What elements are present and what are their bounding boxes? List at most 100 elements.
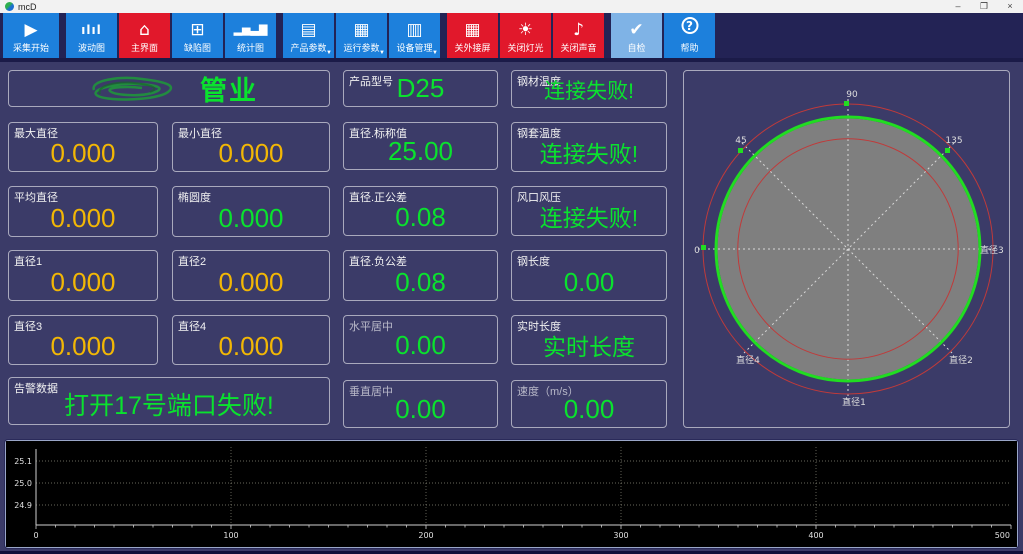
- metric-value: 实时长度: [512, 328, 666, 362]
- metric-value: 0.08: [344, 267, 497, 298]
- metric-air-pressure: 风口风压连接失败!: [511, 186, 667, 236]
- stats-chart-button[interactable]: ▂▅▃▇统计图: [225, 13, 276, 58]
- metric-value: 25.00: [344, 136, 497, 167]
- metric-value: 0.000: [173, 138, 329, 169]
- metric-value: 0.000: [9, 138, 157, 169]
- help-icon: ?: [681, 17, 698, 34]
- help-button[interactable]: ? 帮助: [664, 13, 715, 58]
- close-sound-button[interactable]: ♪关闭声音: [553, 13, 604, 58]
- metric-value: 连接失败!: [512, 75, 666, 105]
- metric-value: 打开17号端口失败!: [9, 386, 329, 422]
- dropdown-arrow-icon: ▼: [432, 50, 438, 56]
- metric-max-diameter: 最大直径0.000: [8, 122, 158, 172]
- metric-diameter-1: 直径10.000: [8, 250, 158, 301]
- trend-chart: 24.9 25.0 25.1 0 100 200 300 400 500: [6, 441, 1017, 547]
- defect-grid-icon: ⊞: [172, 17, 223, 43]
- metric-value: 连接失败!: [512, 199, 666, 233]
- close-ext-screen-button[interactable]: ▦关外接屏: [447, 13, 498, 58]
- logo-scribble: [80, 74, 200, 104]
- start-collection-button[interactable]: ▶采集开始: [3, 13, 59, 58]
- metric-value: 0.00: [344, 394, 497, 425]
- metric-steel-length: 钢长度0.00: [511, 250, 667, 301]
- toolbar-group: ▦关外接屏☀关闭灯光♪关闭声音: [447, 13, 604, 58]
- logo-text: 管业: [200, 69, 258, 108]
- app-icon: [5, 2, 14, 11]
- trend-y-tick: 24.9: [14, 501, 32, 510]
- close-button[interactable]: ×: [997, 0, 1023, 13]
- close-lights-button[interactable]: ☀关闭灯光: [500, 13, 551, 58]
- metric-vertical-centering: 垂直居中0.00: [343, 380, 498, 428]
- light-icon: ☀: [500, 17, 551, 43]
- metric-value: 0.08: [344, 202, 497, 233]
- metric-ovality: 椭圆度0.000: [172, 186, 330, 237]
- titlebar: mcD – ❐ ×: [0, 0, 1023, 13]
- toolbar-button-label: 帮助: [680, 41, 698, 54]
- product-params-button[interactable]: ▤产品参数▼: [283, 13, 334, 58]
- trend-x-tick: 400: [808, 531, 823, 540]
- polar-label-upper-right: 135: [945, 136, 962, 146]
- main-screen-button[interactable]: ⌂主界面: [119, 13, 170, 58]
- cross-section-chart: 04590135直径1直径2直径3直径4: [684, 71, 1009, 427]
- polar-label-upper-left: 45: [735, 136, 746, 146]
- metric-horizontal-centering: 水平居中0.00: [343, 315, 498, 364]
- run-params-button[interactable]: ▦运行参数▼: [336, 13, 387, 58]
- metric-alarm-data: 告警数据打开17号端口失败!: [8, 377, 330, 425]
- toolbar-group: ▤产品参数▼▦运行参数▼▥设备管理▼: [283, 13, 440, 58]
- wave-chart-button[interactable]: ılıl波动图: [66, 13, 117, 58]
- metric-value: D25: [344, 73, 497, 104]
- toolbar-group: ✔自检? 帮助: [611, 13, 715, 58]
- metric-value: 0.000: [173, 267, 329, 298]
- play-icon: ▶: [3, 17, 59, 43]
- trend-x-tick: 100: [223, 531, 238, 540]
- metric-value: 0.00: [512, 267, 666, 298]
- metric-avg-diameter: 平均直径0.000: [8, 186, 158, 237]
- polar-label-bottom: 直径1: [842, 396, 866, 408]
- trend-x-tick: 0: [33, 531, 38, 540]
- bar-chart-icon: ▂▅▃▇: [225, 17, 276, 43]
- metric-diameter-neg-tol: 直径.负公差0.08: [343, 250, 498, 301]
- restore-button[interactable]: ❐: [971, 0, 997, 13]
- screen-icon: ▦: [447, 17, 498, 43]
- metric-diameter-nominal: 直径.标称值25.00: [343, 122, 498, 170]
- run-grid-icon: ▦: [336, 17, 387, 43]
- waveform-icon: ılıl: [66, 17, 117, 43]
- polar-label-lower-left: 直径4: [736, 354, 760, 366]
- metric-value: 连接失败!: [512, 135, 666, 169]
- defect-chart-button[interactable]: ⊞缺陷图: [172, 13, 223, 58]
- metric-value: 0.000: [9, 203, 157, 234]
- metric-realtime-length: 实时长度实时长度: [511, 315, 667, 365]
- device-manage-button[interactable]: ▥设备管理▼: [389, 13, 440, 58]
- shield-check-icon: ✔: [611, 17, 662, 43]
- metric-product-model: 产品型号D25: [343, 70, 498, 107]
- polar-label-left: 0: [694, 246, 700, 256]
- trend-chart-panel: 24.9 25.0 25.1 0 100 200 300 400 500: [5, 440, 1018, 548]
- metric-diameter-pos-tol: 直径.正公差0.08: [343, 186, 498, 236]
- metric-diameter-3: 直径30.000: [8, 315, 158, 365]
- dropdown-arrow-icon: ▼: [326, 50, 332, 56]
- metric-steel-temperature: 钢材温度连接失败!: [511, 70, 667, 108]
- self-check-button[interactable]: ✔自检: [611, 13, 662, 58]
- metric-value: 0.000: [9, 331, 157, 362]
- product-list-icon: ▤: [283, 17, 334, 43]
- siren-icon: ♪: [553, 17, 604, 43]
- metric-diameter-4: 直径40.000: [172, 315, 330, 365]
- window-controls: – ❐ ×: [945, 0, 1023, 13]
- metric-speed: 速度（m/s）0.00: [511, 380, 667, 428]
- metric-value: 0.00: [344, 330, 497, 361]
- metric-value: 0.000: [9, 267, 157, 298]
- trend-x-tick: 300: [613, 531, 628, 540]
- toolbar-group: ılıl波动图⌂主界面⊞缺陷图▂▅▃▇统计图: [66, 13, 276, 58]
- device-icon: ▥: [389, 17, 440, 43]
- toolbar: ▶采集开始ılıl波动图⌂主界面⊞缺陷图▂▅▃▇统计图▤产品参数▼▦运行参数▼▥…: [0, 13, 1023, 62]
- app-window: mcD – ❐ × ▶采集开始ılıl波动图⌂主界面⊞缺陷图▂▅▃▇统计图▤产品…: [0, 0, 1023, 554]
- trend-y-tick: 25.1: [14, 457, 32, 466]
- minimize-button[interactable]: –: [945, 0, 971, 13]
- trend-y-tick: 25.0: [14, 479, 32, 488]
- toolbar-group: ▶采集开始: [3, 13, 59, 58]
- trend-x-tick: 200: [418, 531, 433, 540]
- metric-sleeve-temperature: 钢套温度连接失败!: [511, 122, 667, 172]
- polar-label-top: 90: [846, 90, 858, 100]
- trend-x-tick: 500: [995, 531, 1010, 540]
- dropdown-arrow-icon: ▼: [379, 50, 385, 56]
- logo-box: 管业: [8, 70, 330, 107]
